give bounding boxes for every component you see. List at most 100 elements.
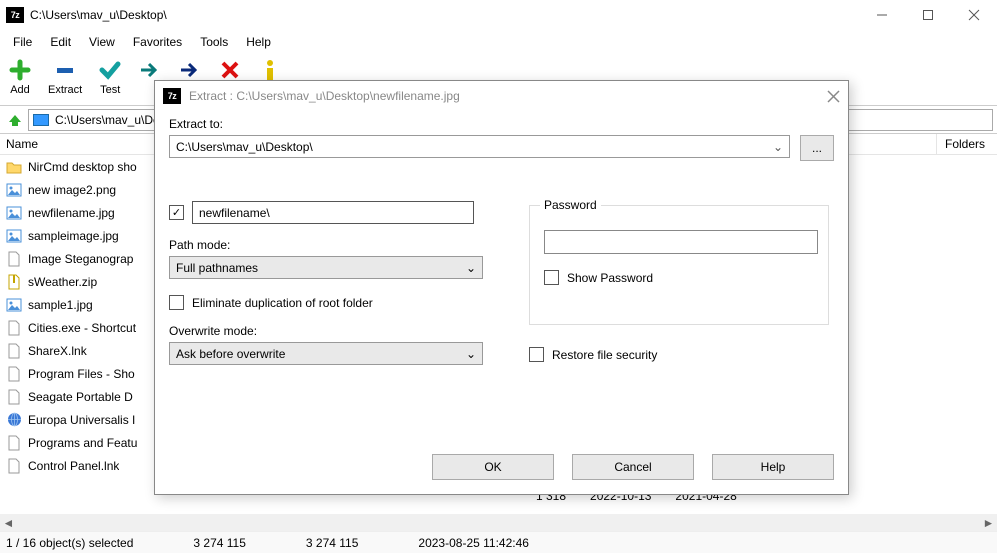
menubar: File Edit View Favorites Tools Help	[0, 30, 997, 54]
image-icon	[6, 228, 22, 244]
show-password-label: Show Password	[567, 271, 653, 285]
menu-help[interactable]: Help	[237, 32, 280, 52]
close-button[interactable]	[951, 0, 997, 30]
file-icon	[6, 251, 22, 267]
extract-to-label: Extract to:	[169, 117, 834, 131]
app-icon: 7z	[6, 7, 24, 23]
horizontal-scrollbar[interactable]: ◄ ►	[0, 514, 997, 531]
overwrite-mode-select[interactable]: Ask before overwrite ⌄	[169, 342, 483, 365]
ok-button[interactable]: OK	[432, 454, 554, 480]
folder-icon	[6, 159, 22, 175]
path-mode-label: Path mode:	[169, 238, 489, 252]
add-label: Add	[10, 84, 30, 96]
file-name: Control Panel.lnk	[28, 459, 119, 473]
overwrite-value: Ask before overwrite	[176, 347, 285, 361]
file-icon	[6, 320, 22, 336]
file-icon	[6, 343, 22, 359]
password-legend: Password	[540, 198, 601, 212]
maximize-button[interactable]	[905, 0, 951, 30]
chevron-down-icon: ⌄	[466, 347, 476, 361]
restore-security-checkbox[interactable]	[529, 347, 544, 362]
chevron-down-icon: ⌄	[466, 261, 476, 275]
image-icon	[6, 182, 22, 198]
menu-edit[interactable]: Edit	[41, 32, 80, 52]
zip-icon	[6, 274, 22, 290]
ok-label: OK	[484, 460, 501, 474]
file-icon	[6, 366, 22, 382]
file-name: Seagate Portable D	[28, 390, 133, 404]
computer-icon	[33, 114, 49, 126]
show-password-checkbox[interactable]	[544, 270, 559, 285]
subfolder-value: newfilename\	[199, 206, 270, 220]
globe-icon	[6, 412, 22, 428]
file-name: newfilename.jpg	[28, 206, 115, 220]
status-selection: 1 / 16 object(s) selected	[6, 536, 133, 550]
menu-file[interactable]: File	[4, 32, 41, 52]
eliminate-duplication-checkbox[interactable]	[169, 295, 184, 310]
info-icon	[258, 58, 282, 82]
subfolder-input[interactable]: newfilename\	[192, 201, 474, 224]
password-input[interactable]	[544, 230, 818, 254]
minus-icon	[53, 58, 77, 82]
file-name: Europa Universalis I	[28, 413, 135, 427]
window-title: C:\Users\mav_u\Desktop\	[30, 8, 167, 22]
file-name: Cities.exe - Shortcut	[28, 321, 136, 335]
overwrite-mode-label: Overwrite mode:	[169, 324, 489, 338]
up-folder-button[interactable]	[4, 109, 26, 131]
status-size1: 3 274 115	[193, 536, 246, 550]
add-button[interactable]: Add	[4, 56, 36, 98]
file-name: NirCmd desktop sho	[28, 160, 137, 174]
plus-icon	[8, 58, 32, 82]
password-group: Password Show Password	[529, 205, 829, 325]
dialog-close-button[interactable]	[827, 90, 840, 103]
file-name: new image2.png	[28, 183, 116, 197]
dialog-titlebar[interactable]: 7z Extract : C:\Users\mav_u\Desktop\newf…	[155, 81, 848, 111]
browse-button[interactable]: ...	[800, 135, 834, 161]
file-name: sample1.jpg	[28, 298, 93, 312]
file-icon	[6, 458, 22, 474]
extract-to-value: C:\Users\mav_u\Desktop\	[176, 140, 313, 154]
restore-security-label: Restore file security	[552, 348, 657, 362]
file-name: sWeather.zip	[28, 275, 97, 289]
arrow-right-icon	[138, 58, 162, 82]
image-icon	[6, 297, 22, 313]
status-timestamp: 2023-08-25 11:42:46	[418, 536, 529, 550]
status-size2: 3 274 115	[306, 536, 359, 550]
arrow-right-dark-icon	[178, 58, 202, 82]
browse-dots: ...	[812, 141, 822, 155]
window-titlebar: 7z C:\Users\mav_u\Desktop\	[0, 0, 997, 30]
eliminate-label: Eliminate duplication of root folder	[192, 296, 373, 310]
dialog-title: Extract : C:\Users\mav_u\Desktop\newfile…	[189, 89, 460, 103]
extract-to-combo[interactable]: C:\Users\mav_u\Desktop\ ⌄	[169, 135, 790, 158]
cancel-label: Cancel	[614, 460, 651, 474]
cancel-button[interactable]: Cancel	[572, 454, 694, 480]
file-name: sampleimage.jpg	[28, 229, 119, 243]
x-icon	[218, 58, 242, 82]
path-mode-value: Full pathnames	[176, 261, 258, 275]
menu-view[interactable]: View	[80, 32, 124, 52]
path-mode-select[interactable]: Full pathnames ⌄	[169, 256, 483, 279]
test-button[interactable]: Test	[94, 56, 126, 98]
statusbar: 1 / 16 object(s) selected 3 274 115 3 27…	[0, 531, 997, 553]
extract-button[interactable]: Extract	[44, 56, 86, 98]
scroll-right-icon[interactable]: ►	[980, 514, 997, 531]
file-name: Programs and Featu	[28, 436, 137, 450]
extract-dialog: 7z Extract : C:\Users\mav_u\Desktop\newf…	[154, 80, 849, 495]
subfolder-checkbox[interactable]	[169, 205, 184, 220]
scroll-left-icon[interactable]: ◄	[0, 514, 17, 531]
file-name: ShareX.lnk	[28, 344, 87, 358]
column-folders[interactable]: Folders	[936, 134, 997, 154]
extract-label: Extract	[48, 84, 82, 96]
file-icon	[6, 435, 22, 451]
file-name: Image Steganograp	[28, 252, 133, 266]
menu-tools[interactable]: Tools	[191, 32, 237, 52]
menu-favorites[interactable]: Favorites	[124, 32, 191, 52]
check-icon	[98, 58, 122, 82]
chevron-down-icon: ⌄	[773, 140, 783, 154]
dialog-app-icon: 7z	[163, 88, 181, 104]
test-label: Test	[100, 84, 120, 96]
image-icon	[6, 205, 22, 221]
minimize-button[interactable]	[859, 0, 905, 30]
help-button[interactable]: Help	[712, 454, 834, 480]
file-icon	[6, 389, 22, 405]
